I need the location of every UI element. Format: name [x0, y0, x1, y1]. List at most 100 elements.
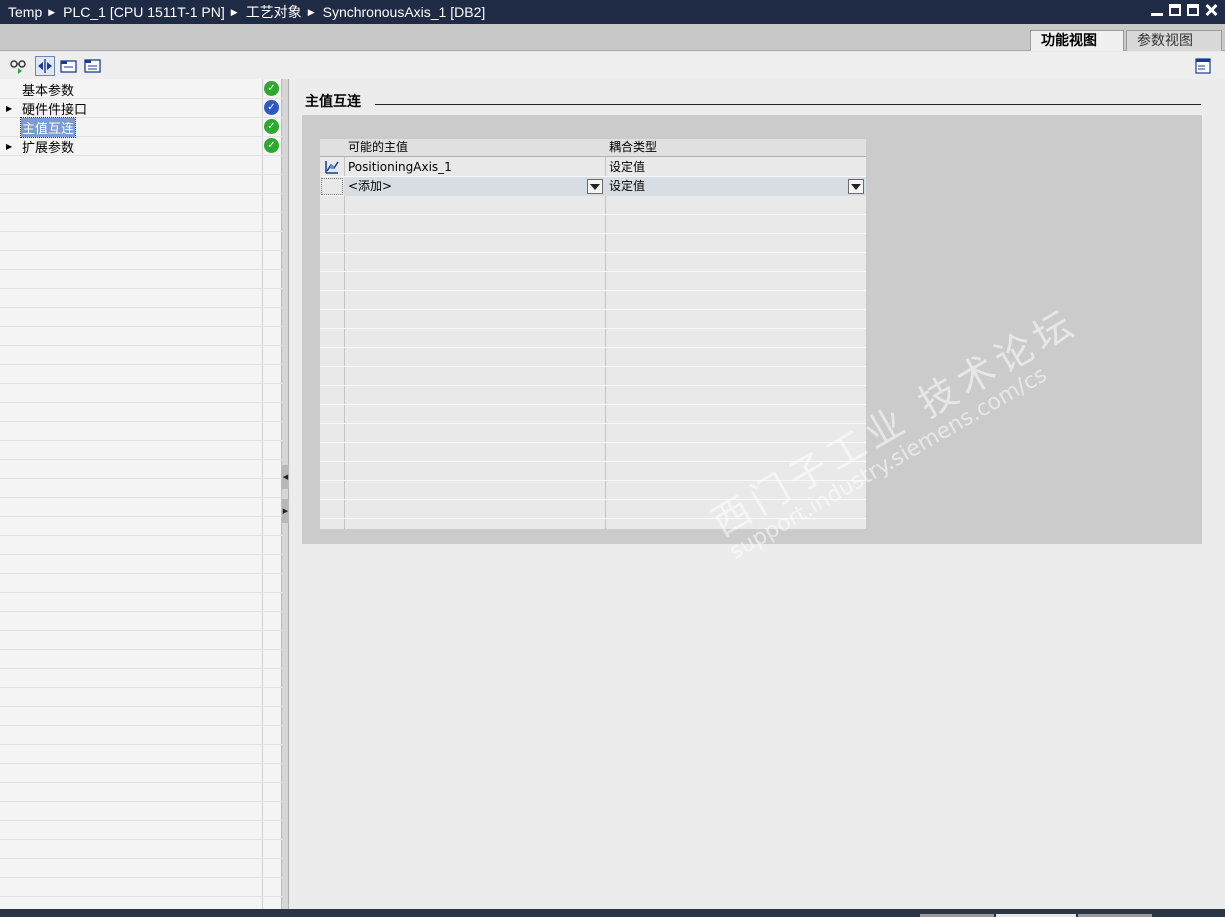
row-divider: [0, 820, 282, 821]
axis-icon: [324, 159, 340, 175]
title-bar: Temp ▶ PLC_1 [CPU 1511T-1 PN] ▶ 工艺对象 ▶ S…: [0, 0, 1225, 24]
nav-item-label: 硬件件接口: [22, 103, 88, 118]
view-tab-bar: 功能视图 参数视图: [0, 24, 1225, 51]
row-divider: [320, 214, 866, 215]
add-coupling-cell[interactable]: 设定值: [605, 177, 866, 196]
close-icon[interactable]: [1205, 4, 1217, 16]
expand-arrow-icon[interactable]: ▶: [0, 142, 21, 151]
nav-item-hardware-interface[interactable]: ▶ 硬件件接口: [0, 99, 262, 118]
nav-item-basic-parameters[interactable]: 基本参数: [0, 80, 262, 99]
row-divider: [0, 592, 282, 593]
row-divider: [0, 421, 282, 422]
row-divider: [0, 288, 282, 289]
nav-item-label: 主值互连: [19, 117, 77, 138]
coupling-dropdown-icon[interactable]: [848, 179, 864, 194]
status-info-icon: ✓: [264, 100, 279, 115]
section-divider: [375, 104, 1201, 105]
tab-function-view[interactable]: 功能视图: [1030, 30, 1124, 51]
row-divider: [320, 461, 866, 462]
show-glasses-icon[interactable]: [8, 56, 28, 76]
status-ok-icon: ✓: [264, 81, 279, 96]
row-divider: [0, 345, 282, 346]
nav-item-label: 基本参数: [22, 84, 75, 99]
column-divider: [605, 139, 606, 529]
add-master-cell[interactable]: <添加>: [344, 177, 605, 196]
folder-list-icon[interactable]: [83, 56, 103, 76]
row-divider: [320, 499, 866, 500]
row-divider: [320, 271, 866, 272]
status-column-divider: [262, 79, 263, 909]
row-divider: [0, 668, 282, 669]
nav-item-extended-parameters[interactable]: ▶ 扩展参数: [0, 137, 262, 156]
row-divider: [0, 782, 282, 783]
row-divider: [0, 440, 282, 441]
breadcrumb-technology-objects[interactable]: 工艺对象: [238, 2, 308, 22]
row-divider: [320, 290, 866, 291]
row-divider: [320, 404, 866, 405]
folder-view-icon[interactable]: [59, 56, 79, 76]
column-divider: [344, 139, 345, 529]
row-divider: [0, 250, 282, 251]
breadcrumb-object[interactable]: SynchronousAxis_1 [DB2]: [315, 4, 492, 20]
row-divider: [320, 233, 866, 234]
collapse-left-icon[interactable]: ◀: [282, 465, 289, 489]
expand-collapse-icon[interactable]: [35, 56, 55, 76]
breadcrumb-project[interactable]: Temp: [0, 4, 48, 20]
row-divider: [0, 535, 282, 536]
row-divider: [0, 706, 282, 707]
minimize-icon[interactable]: [1151, 4, 1163, 16]
column-header-master[interactable]: 可能的主值: [344, 139, 605, 157]
breadcrumb-separator-icon: ▶: [48, 6, 56, 17]
row-divider: [320, 309, 866, 310]
row-divider: [320, 442, 866, 443]
tab-parameter-view[interactable]: 参数视图: [1126, 30, 1222, 51]
row-divider: [320, 328, 866, 329]
row-divider: [0, 839, 282, 840]
row-divider: [0, 763, 282, 764]
nav-item-master-interconnection[interactable]: 主值互连: [0, 117, 262, 138]
restore-icon[interactable]: [1169, 4, 1181, 16]
section-title: 主值互连: [305, 94, 361, 110]
row-divider: [320, 252, 866, 253]
content-area: 可能的主值 耦合类型 PositioningAxis_1 设定值 <添加> 设定…: [302, 115, 1202, 544]
breadcrumb-separator-icon: ▶: [307, 6, 315, 17]
expand-arrow-icon[interactable]: ▶: [0, 104, 21, 113]
row-divider: [0, 364, 282, 365]
row-divider: [320, 480, 866, 481]
row-divider: [0, 193, 282, 194]
row-divider: [320, 366, 866, 367]
toolbar: [0, 52, 1225, 79]
expand-right-icon[interactable]: ▶: [282, 499, 289, 523]
navigation-pane: 基本参数 ✓ ▶ 硬件件接口 ✓ 主值互连 ✓ ▶ 扩展参数 ✓: [0, 79, 282, 909]
row-divider: [0, 212, 282, 213]
row-divider: [0, 383, 282, 384]
maximize-icon[interactable]: [1187, 4, 1199, 16]
status-ok-icon: ✓: [264, 119, 279, 134]
row-divider: [0, 497, 282, 498]
pane-splitter[interactable]: ◀ ▶: [282, 79, 289, 909]
coupling-type-cell[interactable]: 设定值: [605, 158, 866, 177]
row-divider: [320, 518, 866, 519]
row-divider: [0, 630, 282, 631]
row-divider: [0, 459, 282, 460]
row-divider: [0, 744, 282, 745]
nav-item-label: 扩展参数: [22, 141, 75, 156]
panel-settings-icon[interactable]: [1193, 56, 1213, 76]
row-divider: [0, 478, 282, 479]
row-divider: [320, 347, 866, 348]
row-divider: [320, 423, 866, 424]
master-values-table: 可能的主值 耦合类型 PositioningAxis_1 设定值 <添加> 设定…: [320, 139, 866, 529]
row-divider: [0, 687, 282, 688]
breadcrumb-plc[interactable]: PLC_1 [CPU 1511T-1 PN]: [55, 4, 231, 20]
master-dropdown-icon[interactable]: [587, 179, 603, 194]
row-divider: [0, 573, 282, 574]
row-divider: [0, 326, 282, 327]
row-selector[interactable]: [321, 178, 343, 195]
table-corner-header: [320, 139, 344, 157]
column-header-coupling[interactable]: 耦合类型: [605, 139, 866, 157]
master-value-cell[interactable]: PositioningAxis_1: [344, 158, 605, 177]
row-divider: [0, 307, 282, 308]
breadcrumb-separator-icon: ▶: [230, 6, 238, 17]
row-divider: [0, 725, 282, 726]
row-divider: [0, 402, 282, 403]
